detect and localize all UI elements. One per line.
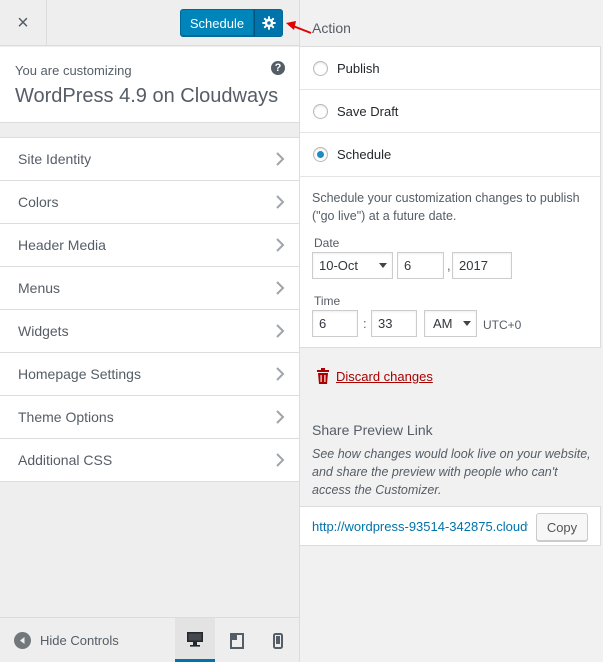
hide-controls-label: Hide Controls [40, 633, 119, 648]
option-publish[interactable]: Publish [300, 47, 600, 90]
month-value: 10-Oct [319, 258, 359, 273]
tablet-icon [230, 632, 244, 649]
radio-save-draft[interactable] [313, 103, 328, 119]
chevron-right-icon [276, 367, 285, 381]
radio-publish[interactable] [313, 60, 328, 76]
help-icon[interactable]: ? [271, 61, 285, 75]
preview-desktop-button[interactable] [175, 618, 215, 662]
hour-input[interactable]: 6 [312, 310, 358, 337]
panel-item-label: Site Identity [18, 151, 92, 167]
share-preview-description: See how changes would look live on your … [312, 447, 591, 497]
preview-mobile-button[interactable] [258, 618, 298, 662]
day-value: 6 [404, 258, 412, 273]
option-label: Save Draft [337, 103, 399, 119]
date-label: Date [314, 236, 340, 250]
close-button[interactable]: × [0, 0, 47, 46]
share-preview-row: http://wordpress-93514-342875.cloudwaysa… [300, 506, 601, 546]
panel-item-label: Header Media [18, 237, 106, 253]
schedule-settings: Schedule your customization changes to p… [300, 176, 601, 348]
chevron-right-icon [276, 324, 285, 338]
chevron-right-icon [276, 238, 285, 252]
ampm-value: AM [433, 316, 453, 331]
panel-item-label: Widgets [18, 323, 69, 339]
publish-settings-panel: Action Publish Save Draft Schedule Sched… [286, 0, 603, 662]
chevron-right-icon [276, 281, 285, 295]
panel-item-additional-css[interactable]: Additional CSS [0, 439, 299, 482]
red-arrow-annotation [286, 21, 312, 34]
preview-tablet-button[interactable] [217, 618, 257, 662]
panel-item-theme-options[interactable]: Theme Options [0, 396, 299, 439]
panel-item-label: Theme Options [18, 409, 114, 425]
minute-input[interactable]: 33 [371, 310, 417, 337]
customizer-header: × Schedule [0, 0, 299, 46]
gear-icon [261, 16, 276, 30]
panel-item-header-media[interactable]: Header Media [0, 224, 299, 267]
panel-item-label: Colors [18, 194, 59, 210]
month-select[interactable]: 10-Oct [312, 252, 393, 279]
publish-button-group: Schedule [180, 9, 283, 37]
mobile-icon [273, 632, 283, 649]
discard-changes-label: Discard changes [336, 369, 433, 384]
discard-changes-button[interactable]: Discard changes [316, 368, 433, 385]
option-label: Schedule [337, 147, 392, 162]
chevron-right-icon [276, 195, 285, 209]
day-input[interactable]: 6 [397, 252, 444, 279]
option-label: Publish [337, 60, 380, 76]
close-icon: × [17, 11, 29, 34]
customizing-label: You are customizing [15, 63, 132, 78]
timezone-label: UTC+0 [483, 318, 522, 332]
panel-item-label: Additional CSS [18, 452, 113, 468]
customizer-sidebar: × Schedule You are customizing WordPress… [0, 0, 300, 662]
share-preview-heading: Share Preview Link [312, 422, 433, 438]
action-heading: Action [312, 20, 351, 36]
publish-settings-button[interactable] [254, 9, 283, 37]
minute-value: 33 [378, 316, 393, 331]
schedule-description: Schedule your customization changes to p… [312, 191, 580, 223]
panel-item-colors[interactable]: Colors [0, 181, 299, 224]
site-title: WordPress 4.9 on Cloudways [15, 85, 279, 107]
year-value: 2017 [459, 258, 488, 273]
panel-item-site-identity[interactable]: Site Identity [0, 138, 299, 181]
desktop-icon [187, 631, 203, 647]
hide-controls-button[interactable]: Hide Controls [14, 632, 119, 649]
chevron-right-icon [276, 410, 285, 424]
date-separator: , [447, 258, 451, 273]
copy-button[interactable]: Copy [536, 513, 588, 541]
customizer-info: You are customizing WordPress 4.9 on Clo… [0, 47, 299, 123]
year-input[interactable]: 2017 [452, 252, 512, 279]
radio-schedule[interactable] [313, 147, 328, 162]
collapse-icon [14, 632, 31, 649]
publish-action-options: Publish Save Draft Schedule [300, 46, 601, 176]
time-separator: : [363, 316, 367, 331]
option-schedule[interactable]: Schedule [300, 133, 600, 176]
schedule-button[interactable]: Schedule [180, 9, 254, 37]
panel-item-homepage-settings[interactable]: Homepage Settings [0, 353, 299, 396]
option-save-draft[interactable]: Save Draft [300, 90, 600, 133]
customizer-footer: Hide Controls [0, 617, 299, 662]
chevron-right-icon [276, 453, 285, 467]
share-preview-link[interactable]: http://wordpress-93514-342875.cloudwaysa… [312, 519, 528, 534]
chevron-down-icon [379, 263, 387, 268]
customizer-panel-list: Site Identity Colors Header Media Menus … [0, 137, 299, 482]
panel-item-label: Menus [18, 280, 61, 296]
panel-item-label: Homepage Settings [18, 366, 141, 382]
chevron-down-icon [463, 321, 471, 326]
ampm-select[interactable]: AM [424, 310, 477, 337]
trash-icon [317, 368, 329, 384]
panel-item-menus[interactable]: Menus [0, 267, 299, 310]
hour-value: 6 [319, 316, 327, 331]
panel-item-widgets[interactable]: Widgets [0, 310, 299, 353]
time-label: Time [314, 294, 341, 308]
chevron-right-icon [276, 152, 285, 166]
